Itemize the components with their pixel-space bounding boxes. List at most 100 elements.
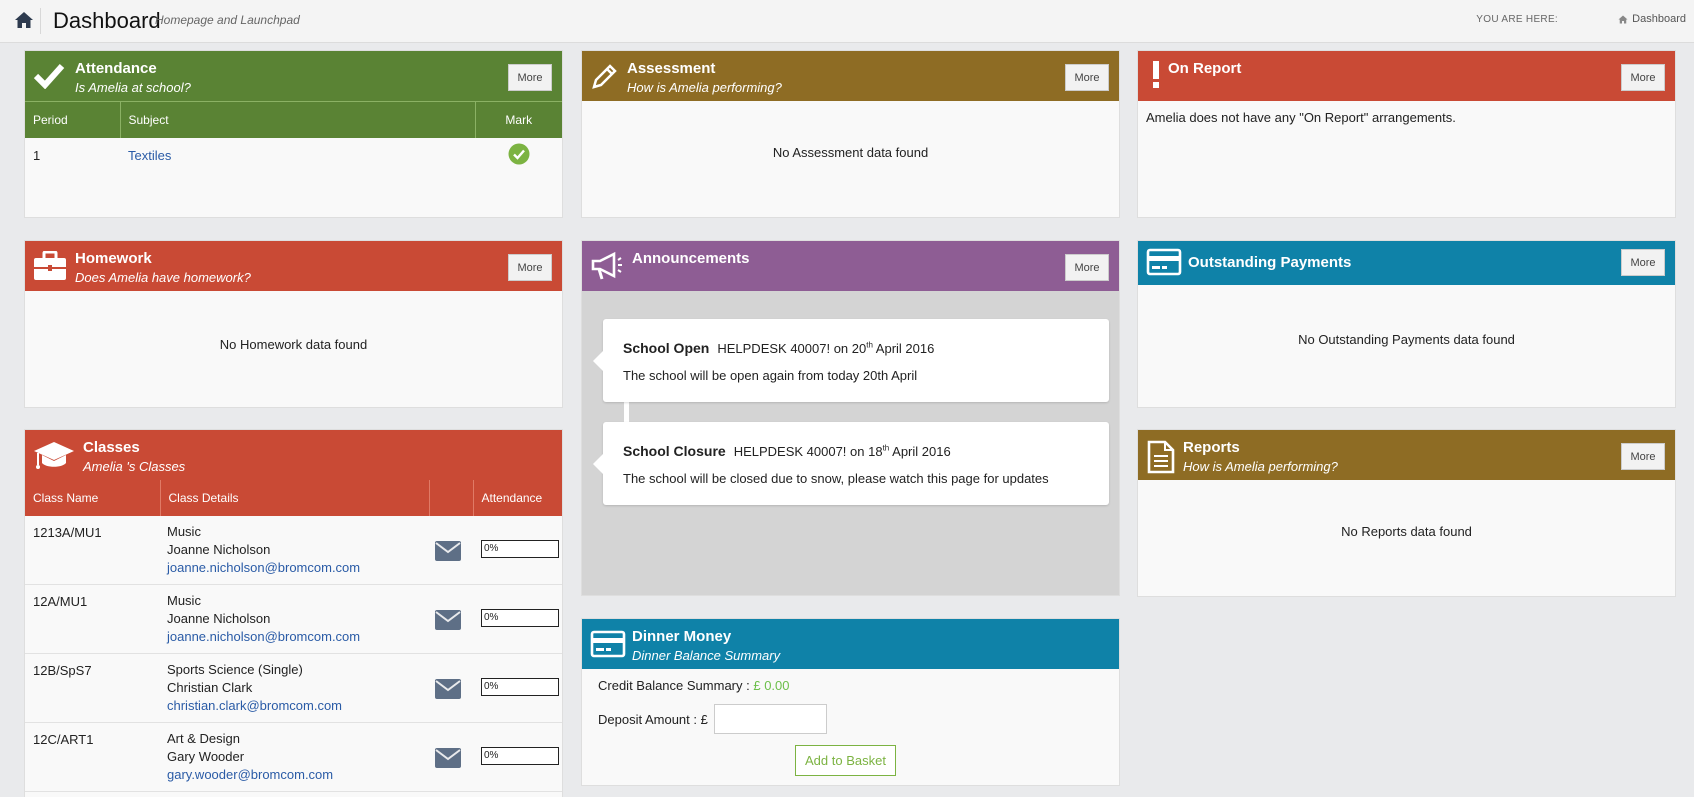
on-report-header: On Report More — [1138, 51, 1675, 101]
home-icon[interactable] — [14, 11, 34, 29]
class-subject: Music — [167, 593, 201, 608]
checkmark-icon — [33, 61, 69, 93]
homework-panel: Homework Does Amelia have homework? More… — [24, 240, 563, 408]
attendance-subtitle: Is Amelia at school? — [75, 80, 191, 95]
column-header-mark: Mark — [505, 112, 533, 127]
attendance-progress: 0% — [481, 609, 559, 627]
on-report-more-button[interactable]: More — [1621, 64, 1665, 91]
homework-empty-message: No Homework data found — [219, 337, 368, 352]
on-report-panel: On Report More Amelia does not have any … — [1137, 50, 1676, 218]
credit-balance-row: Credit Balance Summary : £ 0.00 — [598, 678, 790, 693]
announcement-title: School Closure — [623, 443, 726, 459]
announcements-more-button[interactable]: More — [1065, 254, 1109, 281]
megaphone-icon — [590, 251, 626, 283]
class-subject: Art & Design — [167, 731, 240, 746]
document-icon — [1146, 440, 1182, 474]
attendance-title: Attendance — [75, 60, 157, 77]
class-subject: Music — [167, 524, 201, 539]
period-cell: 1 — [33, 148, 41, 163]
announcement-meta-sup: th — [866, 340, 873, 350]
class-details: Music Joanne Nicholson joanne.nicholson@… — [167, 523, 360, 577]
deposit-amount-input[interactable] — [714, 704, 827, 734]
mark-cell — [475, 138, 562, 174]
classes-header: Classes Amelia 's Classes — [25, 430, 562, 480]
outstanding-payments-panel: Outstanding Payments More No Outstanding… — [1137, 240, 1676, 408]
homework-title: Homework — [75, 250, 152, 267]
assessment-title: Assessment — [627, 60, 716, 77]
outstanding-payments-header: Outstanding Payments More — [1138, 241, 1675, 285]
present-check-icon — [508, 143, 529, 165]
announcement-card[interactable]: School Closure HELPDESK 40007! on 18th Ap… — [593, 422, 1109, 505]
announcement-heading: School Open HELPDESK 40007! on 20th April… — [623, 340, 934, 356]
class-name: 12C/ART1 — [33, 732, 94, 747]
attendance-progress: 0% — [481, 540, 559, 558]
reports-header: Reports How is Amelia performing? More — [1138, 430, 1675, 480]
credit-card-icon — [1146, 247, 1182, 279]
attendance-table: Period Subject Mark 1 Textiles — [25, 101, 562, 174]
attendance-header: Attendance Is Amelia at school? More — [25, 51, 562, 101]
column-header-subject: Subject — [120, 101, 476, 138]
home-small-icon — [1618, 15, 1628, 23]
homework-subtitle: Does Amelia have homework? — [75, 270, 251, 285]
assessment-panel: Assessment How is Amelia performing? Mor… — [581, 50, 1120, 218]
table-row: 12A/MU1 Music Joanne Nicholson joanne.ni… — [25, 585, 562, 654]
reports-empty-message: No Reports data found — [1341, 524, 1472, 539]
classes-title: Classes — [83, 439, 140, 456]
attendance-progress: 0% — [481, 747, 559, 765]
attendance-more-button[interactable]: More — [508, 64, 552, 91]
attendance-panel: Attendance Is Amelia at school? More Per… — [24, 50, 563, 218]
teacher-email-link[interactable]: joanne.nicholson@bromcom.com — [167, 628, 360, 646]
announcement-card[interactable]: School Open HELPDESK 40007! on 20th April… — [593, 319, 1109, 402]
classes-subtitle: Amelia 's Classes — [83, 459, 186, 474]
announcement-heading: School Closure HELPDESK 40007! on 18th Ap… — [623, 443, 951, 459]
teacher-email-link[interactable]: christian.clark@bromcom.com — [167, 697, 342, 715]
on-report-title: On Report — [1168, 60, 1242, 77]
reports-panel: Reports How is Amelia performing? More N… — [1137, 429, 1676, 597]
outstanding-payments-empty-message: No Outstanding Payments data found — [1298, 332, 1515, 347]
dinner-money-panel: Dinner Money Dinner Balance Summary Cred… — [581, 618, 1120, 786]
table-row: 1 Textiles — [25, 138, 562, 174]
dinner-money-title: Dinner Money — [632, 628, 732, 645]
announcement-body: The school will be open again from today… — [623, 368, 918, 383]
envelope-icon[interactable] — [435, 541, 461, 561]
column-header-contact — [429, 480, 474, 516]
attendance-progress: 0% — [481, 678, 559, 696]
classes-panel: Classes Amelia 's Classes Class Name Cla… — [24, 429, 563, 797]
envelope-icon[interactable] — [435, 679, 461, 699]
class-details: Music Joanne Nicholson joanne.nicholson@… — [167, 592, 360, 646]
dinner-money-subtitle: Dinner Balance Summary — [632, 648, 781, 663]
assessment-more-button[interactable]: More — [1065, 64, 1109, 91]
class-name: 12A/MU1 — [33, 594, 88, 609]
reports-more-button[interactable]: More — [1621, 443, 1665, 470]
announcement-body: The school will be closed due to snow, p… — [623, 471, 1049, 486]
briefcase-icon — [33, 250, 69, 283]
announcements-panel: Announcements More School Open HELPDESK 4… — [581, 240, 1120, 596]
credit-balance-value: £ 0.00 — [753, 678, 790, 693]
table-row: 12C/ART1 Art & Design Gary Wooder gary.w… — [25, 723, 562, 792]
dinner-money-header: Dinner Money Dinner Balance Summary — [582, 619, 1119, 669]
page-subtitle: Homepage and Launchpad — [155, 13, 300, 27]
reports-title: Reports — [1183, 439, 1240, 456]
teacher-email-link[interactable]: joanne.nicholson@bromcom.com — [167, 559, 360, 577]
announcements-header: Announcements More — [582, 241, 1119, 291]
teacher-email-link[interactable]: gary.wooder@bromcom.com — [167, 766, 333, 784]
outstanding-payments-more-button[interactable]: More — [1621, 249, 1665, 276]
announcements-title: Announcements — [632, 250, 750, 267]
page-title: Dashboard — [53, 8, 161, 33]
homework-more-button[interactable]: More — [508, 254, 552, 281]
homework-header: Homework Does Amelia have homework? More — [25, 241, 562, 291]
column-header-class-details: Class Details — [160, 480, 430, 516]
announcement-meta-date: April 2016 — [872, 341, 935, 356]
envelope-icon[interactable] — [435, 610, 461, 630]
breadcrumb-dashboard[interactable]: Dashboard — [1632, 13, 1686, 25]
table-row: 1213A/MU1 Music Joanne Nicholson joanne.… — [25, 516, 562, 585]
on-report-message: Amelia does not have any "On Report" arr… — [1146, 110, 1456, 125]
envelope-icon[interactable] — [435, 748, 461, 768]
add-to-basket-button[interactable]: Add to Basket — [795, 745, 896, 776]
assessment-header: Assessment How is Amelia performing? Mor… — [582, 51, 1119, 101]
table-row: 12B/SpS7 Sports Science (Single) Christi… — [25, 654, 562, 723]
subject-link[interactable]: Textiles — [120, 138, 475, 174]
breadcrumb[interactable]: Dashboard — [1618, 13, 1686, 25]
assessment-empty-message: No Assessment data found — [772, 145, 929, 160]
credit-balance-label: Credit Balance Summary : — [598, 678, 750, 693]
